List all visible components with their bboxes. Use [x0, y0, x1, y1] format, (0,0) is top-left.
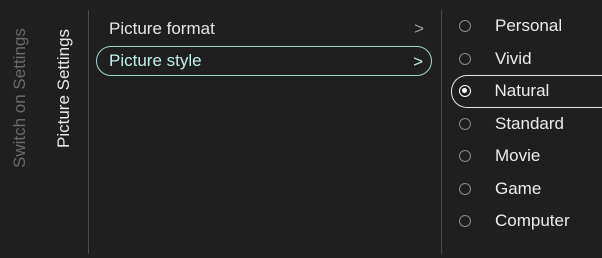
option-label: Computer: [495, 211, 570, 231]
option-natural[interactable]: Natural: [451, 75, 602, 108]
option-label: Game: [495, 178, 542, 198]
breadcrumb-picture-settings[interactable]: Picture Settings: [44, 10, 84, 252]
menu-item-label: Picture format: [109, 19, 215, 38]
breadcrumb-label: Picture Settings: [54, 28, 73, 148]
option-computer[interactable]: Computer: [451, 205, 602, 238]
picture-settings-menu: Picture format > Picture style >: [96, 14, 432, 78]
option-label: Movie: [495, 146, 541, 166]
option-personal[interactable]: Personal: [451, 10, 602, 43]
option-label: Natural: [494, 81, 550, 101]
radio-icon: [459, 215, 471, 228]
menu-item-picture-style[interactable]: Picture style >: [96, 46, 432, 76]
tv-settings-screen: Switch on Settings Picture Settings Pict…: [0, 0, 602, 258]
option-game[interactable]: Game: [451, 173, 602, 206]
breadcrumb-switch-on-settings[interactable]: Switch on Settings: [0, 10, 40, 252]
picture-style-options: Personal Vivid Natural Standard Movie Ga…: [451, 10, 602, 238]
chevron-right-icon: >: [414, 19, 424, 38]
option-label: Standard: [495, 113, 564, 133]
radio-icon: [459, 182, 471, 195]
option-label: Vivid: [495, 48, 532, 68]
menu-item-picture-format[interactable]: Picture format >: [96, 14, 432, 44]
divider: [88, 10, 89, 254]
radio-icon: [459, 20, 471, 33]
option-movie[interactable]: Movie: [451, 140, 602, 173]
option-standard[interactable]: Standard: [451, 108, 602, 141]
option-label: Personal: [495, 16, 563, 36]
chevron-right-icon: >: [413, 52, 423, 71]
breadcrumb-label: Switch on Settings: [10, 28, 29, 168]
radio-icon: [459, 117, 471, 130]
radio-icon: [459, 52, 471, 65]
option-vivid[interactable]: Vivid: [451, 43, 602, 76]
radio-selected-icon: [458, 85, 471, 98]
divider: [441, 10, 442, 254]
radio-icon: [459, 150, 471, 163]
menu-item-label: Picture style: [109, 51, 202, 70]
